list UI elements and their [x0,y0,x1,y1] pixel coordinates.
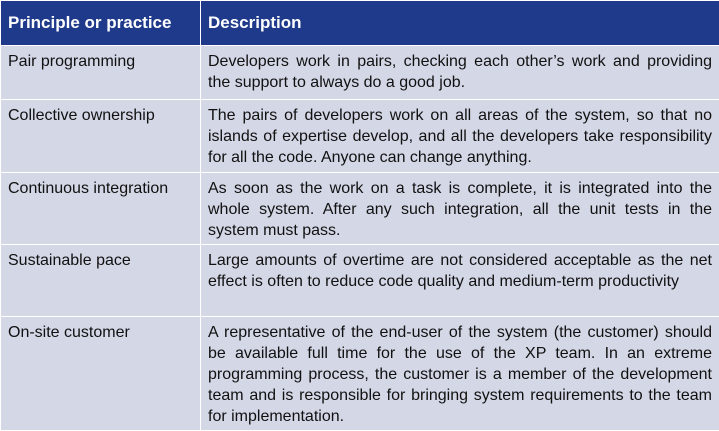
principle-cell: Pair programming [1,46,201,100]
practices-table: Principle or practice Description Pair p… [0,0,719,431]
header-description: Description [201,1,719,46]
header-principle: Principle or practice [1,1,201,46]
principle-cell: Continuous integration [1,173,201,245]
table-row: Collective ownership The pairs of develo… [1,100,719,173]
table-row: On-site customer A representative of the… [1,317,719,431]
principle-cell: Collective ownership [1,100,201,173]
table-row: Continuous integration As soon as the wo… [1,173,719,245]
principle-cell: On-site customer [1,317,201,431]
table-row: Sustainable pace Large amounts of overti… [1,245,719,317]
table-row: Pair programming Developers work in pair… [1,46,719,100]
header-row: Principle or practice Description [1,1,719,46]
description-cell: Large amounts of overtime are not consid… [201,245,719,317]
description-cell: Developers work in pairs, checking each … [201,46,719,100]
description-cell: As soon as the work on a task is complet… [201,173,719,245]
table-body: Pair programming Developers work in pair… [1,46,719,431]
description-cell: The pairs of developers work on all area… [201,100,719,173]
principle-cell: Sustainable pace [1,245,201,317]
table-header: Principle or practice Description [1,1,719,46]
description-cell: A representative of the end-user of the … [201,317,719,431]
